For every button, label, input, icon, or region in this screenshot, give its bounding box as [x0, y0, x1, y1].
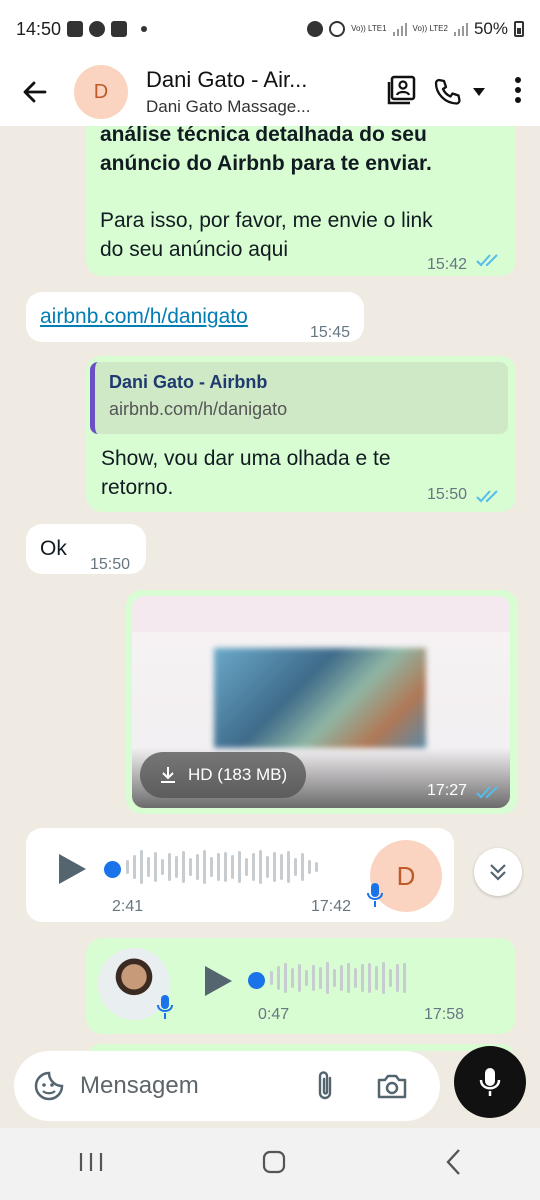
- message-text: Ok: [40, 537, 67, 560]
- message-outgoing-partial[interactable]: [86, 1044, 516, 1051]
- signal2-icon: [453, 22, 468, 36]
- home-icon: [262, 1150, 286, 1173]
- message-text-reply-1: Show, vou dar uma olhada e te: [101, 447, 391, 470]
- scroll-to-bottom-button[interactable]: [474, 848, 522, 896]
- video-thumbnail[interactable]: HD (183 MB) 17:27: [132, 596, 510, 808]
- status-bar: 14:50 Vo)) LTE1 Vo)) LTE2 50%: [0, 0, 540, 58]
- audio-waveform[interactable]: [126, 850, 318, 884]
- wifi-icon: [329, 21, 346, 37]
- back-nav-button[interactable]: [444, 1148, 462, 1181]
- message-time: 17:58: [424, 1006, 465, 1023]
- double-check-icon: [476, 490, 498, 503]
- download-hd-button[interactable]: HD (183 MB): [140, 752, 306, 798]
- message-text-bold-2: anúncio do Airbnb para te enviar.: [100, 152, 432, 175]
- microphone-icon: [479, 1068, 501, 1096]
- play-button[interactable]: [56, 852, 88, 891]
- message-time: 15:42: [427, 256, 468, 273]
- mic-icon: [367, 883, 383, 907]
- thumbnail-topbar: [132, 596, 510, 632]
- shop-icon: [111, 21, 128, 37]
- call-button[interactable]: [432, 77, 486, 107]
- message-incoming-ok[interactable]: Ok 15:50: [26, 524, 146, 574]
- message-outgoing-1[interactable]: análise técnica detalhada do seu anúncio…: [86, 126, 516, 276]
- message-text-reply-2: retorno.: [101, 476, 174, 499]
- menu-button[interactable]: [514, 76, 522, 109]
- contact-avatar[interactable]: D: [74, 65, 128, 119]
- download-label: HD (183 MB): [188, 765, 288, 784]
- audio-progress-dot[interactable]: [248, 972, 265, 989]
- attach-button[interactable]: [314, 1070, 336, 1102]
- message-text-bold-1: análise técnica detalhada do seu: [100, 126, 427, 146]
- message-time: 15:45: [310, 324, 351, 341]
- voice-record-button[interactable]: [454, 1046, 526, 1118]
- chat-header: D Dani Gato - Air... Dani Gato Massage..…: [0, 58, 540, 126]
- arrow-left-icon: [23, 81, 47, 103]
- caret-down-icon: [473, 88, 485, 96]
- paperclip-icon: [318, 1071, 332, 1100]
- thumbnail-photo: [214, 648, 426, 748]
- quote-subtitle: airbnb.com/h/danigato: [109, 399, 288, 419]
- signal1-icon: [392, 22, 407, 36]
- play-icon: [59, 854, 86, 884]
- double-chevron-down-icon: [490, 864, 506, 881]
- phone-icon: [434, 78, 461, 105]
- network1-label: Vo)) LTE1: [351, 24, 387, 33]
- play-button[interactable]: [202, 964, 234, 1003]
- camera-button[interactable]: [376, 1072, 408, 1100]
- double-check-icon: [476, 254, 498, 267]
- contact-info[interactable]: Dani Gato - Air... Dani Gato Massage...: [146, 67, 336, 117]
- play-icon: [205, 966, 232, 996]
- recent-apps-icon: [80, 1152, 103, 1171]
- more-vertical-icon: [515, 76, 521, 103]
- message-text-4: do seu anúncio aqui: [100, 238, 288, 261]
- contact-subtitle: Dani Gato Massage...: [146, 97, 311, 116]
- message-time: 15:50: [427, 486, 468, 503]
- airbnb-link[interactable]: airbnb.com/h/danigato: [40, 302, 248, 331]
- download-icon: [161, 767, 175, 783]
- contact-card-icon: [387, 75, 416, 104]
- audio-duration: 2:41: [112, 898, 144, 915]
- recent-apps-button[interactable]: [78, 1151, 104, 1178]
- camera-icon: [377, 1074, 407, 1099]
- message-input[interactable]: [80, 1072, 300, 1100]
- back-button[interactable]: [10, 78, 60, 106]
- mic-icon: [157, 995, 173, 1019]
- audio-duration: 0:47: [258, 1006, 290, 1023]
- quote-title: Dani Gato - Airbnb: [109, 372, 268, 392]
- more-notifications-icon: [141, 26, 148, 32]
- emoji-button[interactable]: [34, 1071, 64, 1101]
- gallery-icon: [67, 21, 84, 37]
- message-text-3: Para isso, por favor, me envie o link: [100, 209, 433, 232]
- message-time: 15:50: [90, 556, 131, 573]
- network2-label: Vo)) LTE2: [412, 24, 448, 33]
- status-time: 14:50: [16, 18, 62, 39]
- battery-icon: [514, 21, 524, 37]
- chevron-left-icon: [446, 1148, 460, 1175]
- quoted-message[interactable]: Dani Gato - Airbnb airbnb.com/h/danigato: [90, 362, 508, 434]
- message-time: 17:42: [311, 898, 352, 915]
- contact-name: Dani Gato - Air...: [146, 67, 308, 92]
- info-icon: [89, 21, 106, 37]
- message-incoming-link[interactable]: airbnb.com/h/danigato 15:45: [26, 292, 364, 342]
- audio-progress-dot[interactable]: [104, 861, 121, 878]
- alarm-icon: [307, 21, 324, 37]
- message-composer: [14, 1051, 440, 1121]
- home-button[interactable]: [261, 1149, 287, 1180]
- sticker-icon: [34, 1071, 64, 1101]
- system-navigation-bar: [0, 1128, 540, 1200]
- double-check-icon: [476, 786, 498, 799]
- video-time: 17:27: [427, 782, 468, 799]
- battery-percent: 50%: [473, 19, 508, 38]
- audio-waveform[interactable]: [270, 962, 406, 994]
- chat-area[interactable]: análise técnica detalhada do seu anúncio…: [0, 126, 540, 1051]
- contact-card-button[interactable]: [386, 74, 418, 111]
- avatar-initial: D: [396, 860, 416, 891]
